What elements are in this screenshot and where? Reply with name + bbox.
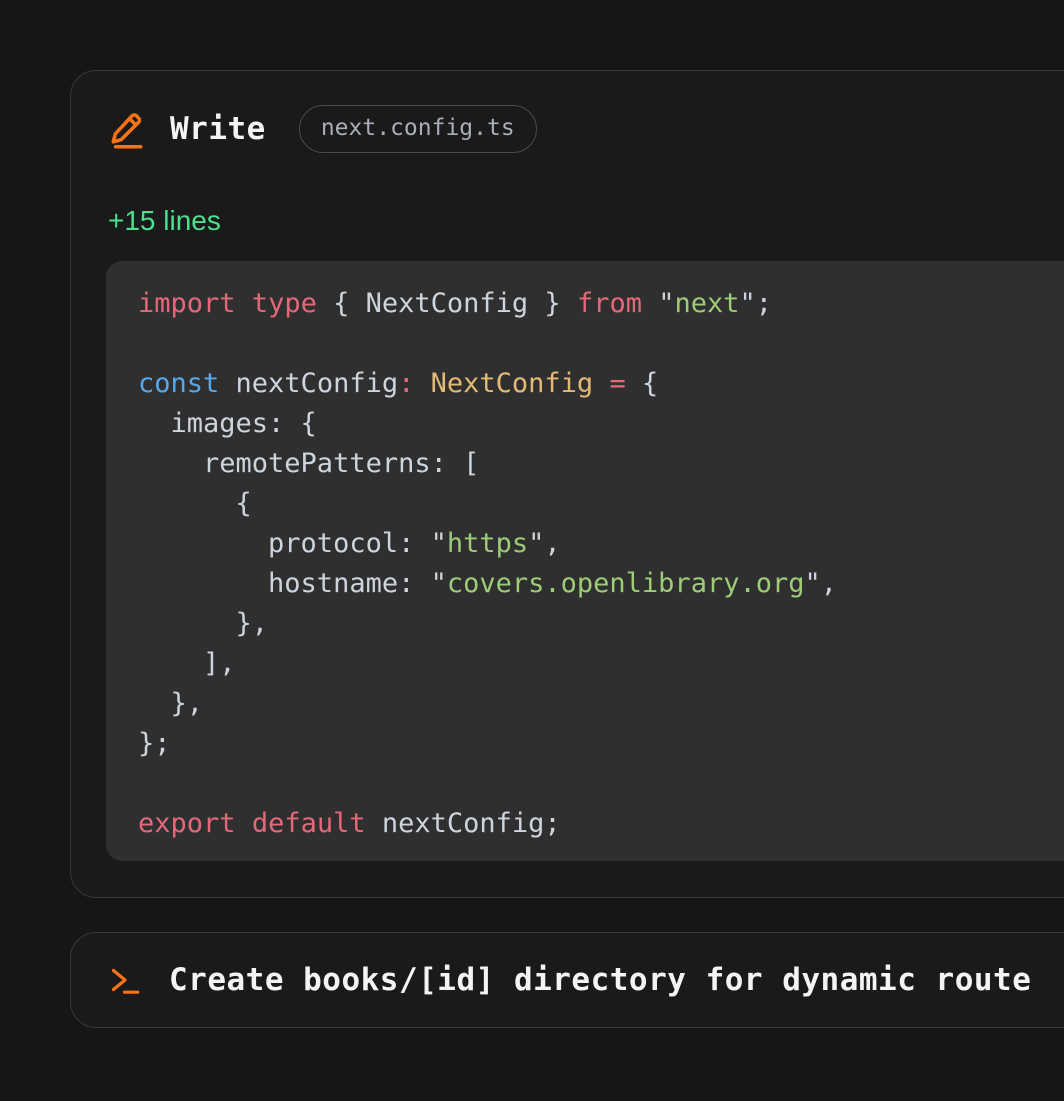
command-card[interactable]: Create books/[id] directory for dynamic … xyxy=(70,932,1064,1028)
code-line: { xyxy=(138,484,1064,524)
page: Write next.config.ts +15 lines import ty… xyxy=(0,0,1064,1101)
code-line: ], xyxy=(138,644,1064,684)
code-line: import type { NextConfig } from "next"; xyxy=(138,284,1064,324)
code-line: }; xyxy=(138,724,1064,764)
file-badge[interactable]: next.config.ts xyxy=(299,105,537,153)
write-tool-card: Write next.config.ts +15 lines import ty… xyxy=(70,70,1064,898)
code-line: const nextConfig: NextConfig = { xyxy=(138,364,1064,404)
code-block: import type { NextConfig } from "next"; … xyxy=(106,261,1064,861)
code-line: export default nextConfig; xyxy=(138,804,1064,844)
terminal-prompt-icon xyxy=(106,962,142,998)
command-text: Create books/[id] directory for dynamic … xyxy=(169,962,1031,998)
code-line: protocol: "https", xyxy=(138,524,1064,564)
tool-header[interactable]: Write next.config.ts xyxy=(106,104,1064,154)
diff-added-lines: +15 lines xyxy=(108,205,1064,237)
code-line xyxy=(138,324,1064,364)
code-line: hostname: "covers.openlibrary.org", xyxy=(138,564,1064,604)
code-line xyxy=(138,764,1064,804)
pencil-icon xyxy=(106,108,148,150)
code-line: remotePatterns: [ xyxy=(138,444,1064,484)
tool-name: Write xyxy=(170,111,266,147)
code-line: images: { xyxy=(138,404,1064,444)
code-line: }, xyxy=(138,604,1064,644)
code-line: }, xyxy=(138,684,1064,724)
